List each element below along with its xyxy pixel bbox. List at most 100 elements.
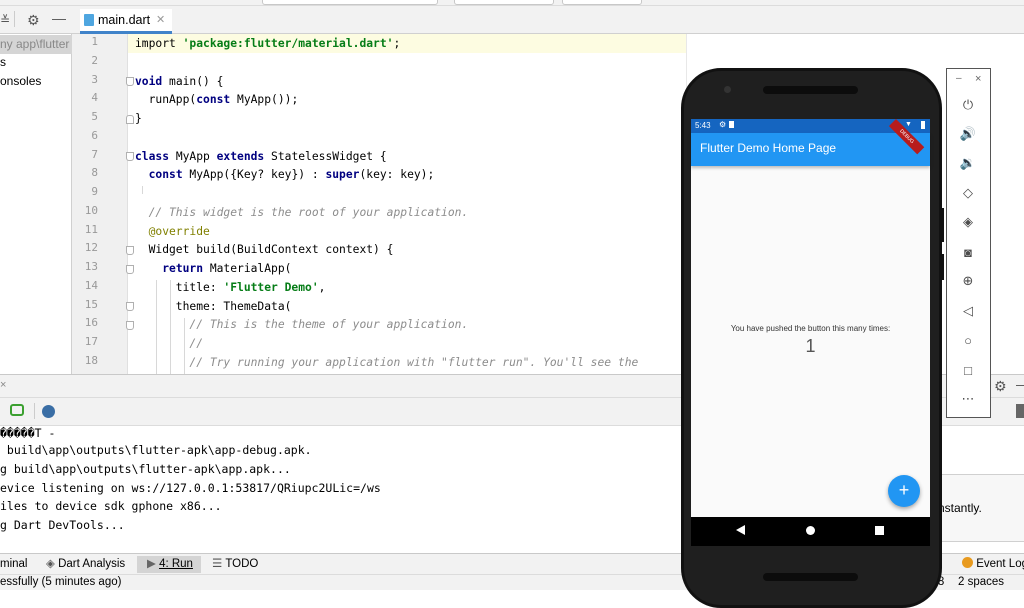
line-number: 9	[91, 185, 98, 198]
console-line: g build\app\outputs\flutter-apk\app.apk.…	[0, 462, 291, 476]
back-icon[interactable]: ◁	[958, 301, 978, 321]
tab-run-label: 4: Run	[159, 558, 193, 570]
code-token: main() {	[169, 74, 224, 88]
close-icon[interactable]: ×	[0, 379, 6, 391]
fold-marker[interactable]	[126, 246, 134, 255]
increment-fab-button[interactable]: +	[888, 475, 920, 507]
tab-run[interactable]: ▶ 4: Run	[137, 556, 201, 573]
indent-guide	[142, 186, 143, 194]
close-icon[interactable]: ×	[975, 73, 981, 85]
fold-marker[interactable]	[126, 265, 134, 274]
rotate-right-icon[interactable]: ◈	[958, 212, 978, 232]
hide-panel-icon[interactable]: —	[52, 10, 66, 26]
more-icon[interactable]: ⋯	[958, 389, 978, 409]
status-message[interactable]: essfully (5 minutes ago)	[0, 575, 121, 590]
code-line: title: 'Flutter Demo',	[135, 278, 326, 297]
rotate-left-icon[interactable]: ◇	[958, 183, 978, 203]
code-line: Widget build(BuildContext context) {	[135, 240, 394, 259]
status-indent[interactable]: 2 spaces	[958, 575, 1004, 590]
phone-side-button	[940, 208, 944, 242]
home-icon[interactable]	[806, 526, 815, 535]
home-icon[interactable]: ○	[958, 330, 978, 350]
code-line: import 'package:flutter/material.dart';	[135, 34, 400, 53]
separator	[14, 11, 15, 27]
collapse-all-icon[interactable]: ≚	[0, 13, 10, 27]
tab-terminal[interactable]: minal	[0, 556, 27, 573]
tab-main-dart[interactable]: main.dart ✕	[80, 9, 172, 34]
toolbar-target-selector[interactable]	[562, 0, 642, 5]
tab-todo-label: TODO	[225, 558, 259, 570]
fold-marker[interactable]	[126, 321, 134, 330]
code-token: extends	[216, 149, 272, 163]
event-log-badge-icon	[962, 557, 973, 568]
devtools-icon[interactable]	[42, 405, 55, 418]
camera-icon[interactable]: ◙	[958, 242, 978, 262]
code-token: return	[162, 262, 210, 275]
app-bar-title: Flutter Demo Home Page	[700, 141, 837, 155]
hide-panel-icon[interactable]: —	[1016, 376, 1024, 392]
toolbar-run-config[interactable]	[262, 0, 438, 5]
battery-icon	[921, 121, 925, 129]
line-number: 18	[84, 353, 98, 367]
close-icon[interactable]: ✕	[156, 13, 165, 26]
code-token: (key: key);	[359, 168, 435, 182]
gear-icon[interactable]: ⚙	[27, 12, 40, 29]
gear-icon[interactable]: ⚙	[994, 378, 1007, 395]
back-icon[interactable]	[736, 525, 745, 535]
tab-dart-analysis-label: Dart Analysis	[58, 558, 126, 570]
code-line: theme: ThemeData(	[135, 297, 292, 316]
fold-marker[interactable]	[126, 152, 134, 161]
toolbar-device-selector[interactable]	[454, 0, 554, 5]
tab-event-log[interactable]: Event Log	[962, 556, 1024, 573]
console-line: g Dart DevTools...	[0, 518, 125, 532]
code-token: 'Flutter Demo'	[223, 280, 319, 294]
volume-up-icon[interactable]: 🔊	[958, 124, 978, 144]
line-number: 8	[91, 166, 98, 180]
line-number: 6	[91, 128, 98, 142]
code-line: runApp(const MyApp());	[135, 90, 299, 109]
overview-icon[interactable]	[875, 526, 884, 535]
line-number: 13	[84, 260, 98, 273]
settings-icon: ⚙	[719, 120, 727, 129]
notification-text: nstantly.	[938, 501, 982, 515]
counter-value: 1	[805, 336, 816, 356]
line-number: 7	[91, 147, 98, 161]
project-tree-item[interactable]: s	[0, 53, 72, 72]
tab-todo[interactable]: ☰ TODO	[212, 556, 258, 573]
line-number: 15	[84, 297, 98, 311]
code-token: // This widget is the root of your appli…	[135, 205, 469, 219]
dart-analysis-icon: ◈	[46, 558, 55, 570]
line-number: 2	[91, 53, 98, 67]
line-number: 10	[84, 203, 98, 217]
line-number: 3	[91, 72, 98, 86]
code-token: super	[325, 168, 360, 182]
status-time: 5:43	[695, 121, 711, 130]
code-token: ;	[393, 37, 401, 50]
code-token: MaterialApp(	[209, 262, 292, 275]
minimize-icon[interactable]: –	[956, 73, 962, 84]
fold-marker[interactable]	[126, 77, 134, 86]
zoom-icon[interactable]: ⊕	[958, 271, 978, 291]
line-number: 12	[84, 241, 98, 255]
project-tree-item[interactable]: ny app\flutter	[0, 35, 72, 54]
code-token: title:	[135, 280, 224, 294]
project-panel-header: ≚ ⚙ —	[0, 6, 72, 34]
hot-reload-icon[interactable]	[10, 404, 24, 416]
notification-balloon[interactable]: nstantly.	[938, 474, 1024, 542]
line-number: 14	[84, 278, 98, 292]
code-line: @override	[135, 222, 210, 241]
volume-down-icon[interactable]: 🔉	[958, 153, 978, 173]
code-line: // This widget is the root of your appli…	[135, 203, 469, 222]
code-token: }	[135, 112, 142, 125]
fold-marker[interactable]	[126, 115, 134, 124]
code-token: const	[196, 93, 238, 107]
scroll-end-icon[interactable]	[1016, 404, 1024, 418]
overview-icon[interactable]: □	[958, 360, 978, 380]
code-token: @override	[135, 224, 210, 238]
tab-dart-analysis[interactable]: ◈ Dart Analysis	[46, 556, 125, 573]
fold-marker[interactable]	[126, 302, 134, 311]
power-icon[interactable]: ⏻	[958, 95, 978, 115]
project-tree-item[interactable]: onsoles	[0, 72, 72, 91]
code-line: const MyApp({Key? key}) : super(key: key…	[135, 165, 435, 184]
